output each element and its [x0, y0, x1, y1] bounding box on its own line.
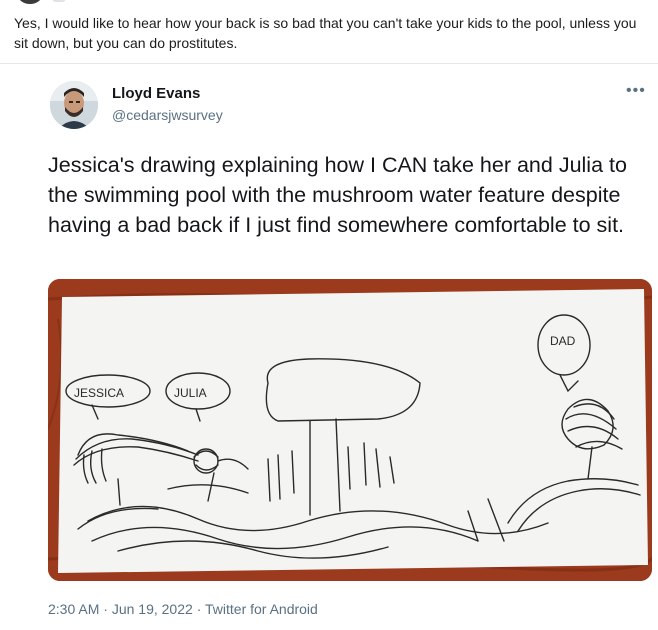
tweet-media-drawing[interactable]: JESSICA JULIA DAD [48, 279, 652, 581]
paper-sheet [58, 289, 648, 573]
tweet-date[interactable]: Jun 19, 2022 [112, 601, 193, 617]
separator-dot: · [103, 601, 108, 617]
tweet-source[interactable]: Twitter for Android [205, 601, 318, 617]
author-avatar[interactable] [50, 81, 98, 129]
child-drawing-image: JESSICA JULIA DAD [48, 279, 652, 581]
more-dots-icon[interactable]: ••• [626, 82, 646, 100]
tweet-timestamp: 2:30 AM · Jun 19, 2022 · Twitter for And… [48, 601, 318, 617]
author-handle[interactable]: @cedarsjwsurvey [112, 107, 223, 123]
embedded-tweet[interactable]: Lloyd Evans @cedarsjwsurvey ••• Jessica'… [26, 64, 658, 630]
author-photo-icon [50, 81, 98, 129]
label-dad: DAD [550, 334, 576, 348]
separator-dot: · [196, 601, 202, 617]
author-name[interactable]: Lloyd Evans [112, 85, 200, 102]
tweet-text: Jessica's drawing explaining how I CAN t… [48, 153, 627, 237]
tweet-time[interactable]: 2:30 AM [48, 601, 99, 617]
partial-avatar [18, 0, 42, 4]
screenshot-page: Yes, I would like to hear how your back … [0, 0, 658, 630]
comment-text: Yes, I would like to hear how your back … [14, 15, 637, 51]
label-jessica: JESSICA [74, 386, 124, 400]
partial-badge [52, 0, 66, 2]
label-julia: JULIA [174, 386, 207, 400]
